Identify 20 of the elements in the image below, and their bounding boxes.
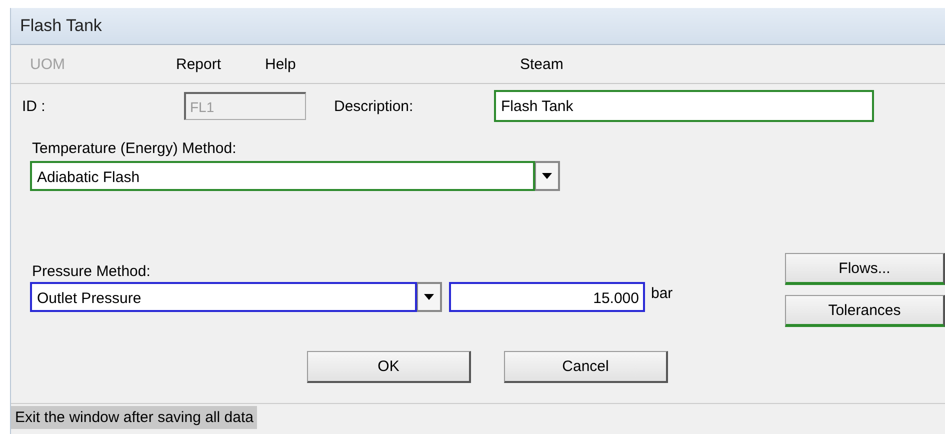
dropdown-arrow-icon [542,173,552,179]
dropdown-arrow-icon [424,294,434,300]
id-label: ID : [22,98,46,114]
menu-item[interactable]: Help [265,56,296,73]
temperature-method-label: Temperature (Energy) Method: [32,140,238,157]
side-button[interactable]: Tolerances [785,295,945,327]
side-button[interactable]: Flows... [785,253,945,285]
pressure-method-dropdown[interactable]: Outlet Pressure [30,282,442,312]
menu-item[interactable]: Report [176,56,222,73]
window-title: Flash Tank [20,16,102,36]
menu-item[interactable]: Steam [520,56,564,73]
temperature-method-dropdown[interactable]: Adiabatic Flash [30,161,560,191]
description-field[interactable]: Flash Tank [494,90,874,122]
pressure-field[interactable]: 15.000 [449,282,645,312]
status-text: Exit the window after saving all data [11,406,258,428]
dialog-button[interactable]: OK [307,351,471,383]
unit-label: bar [651,284,673,302]
dialog-button[interactable]: Cancel [504,351,668,383]
pressure-method-label: Pressure Method: [32,263,152,280]
description-label: Description: [334,98,414,114]
